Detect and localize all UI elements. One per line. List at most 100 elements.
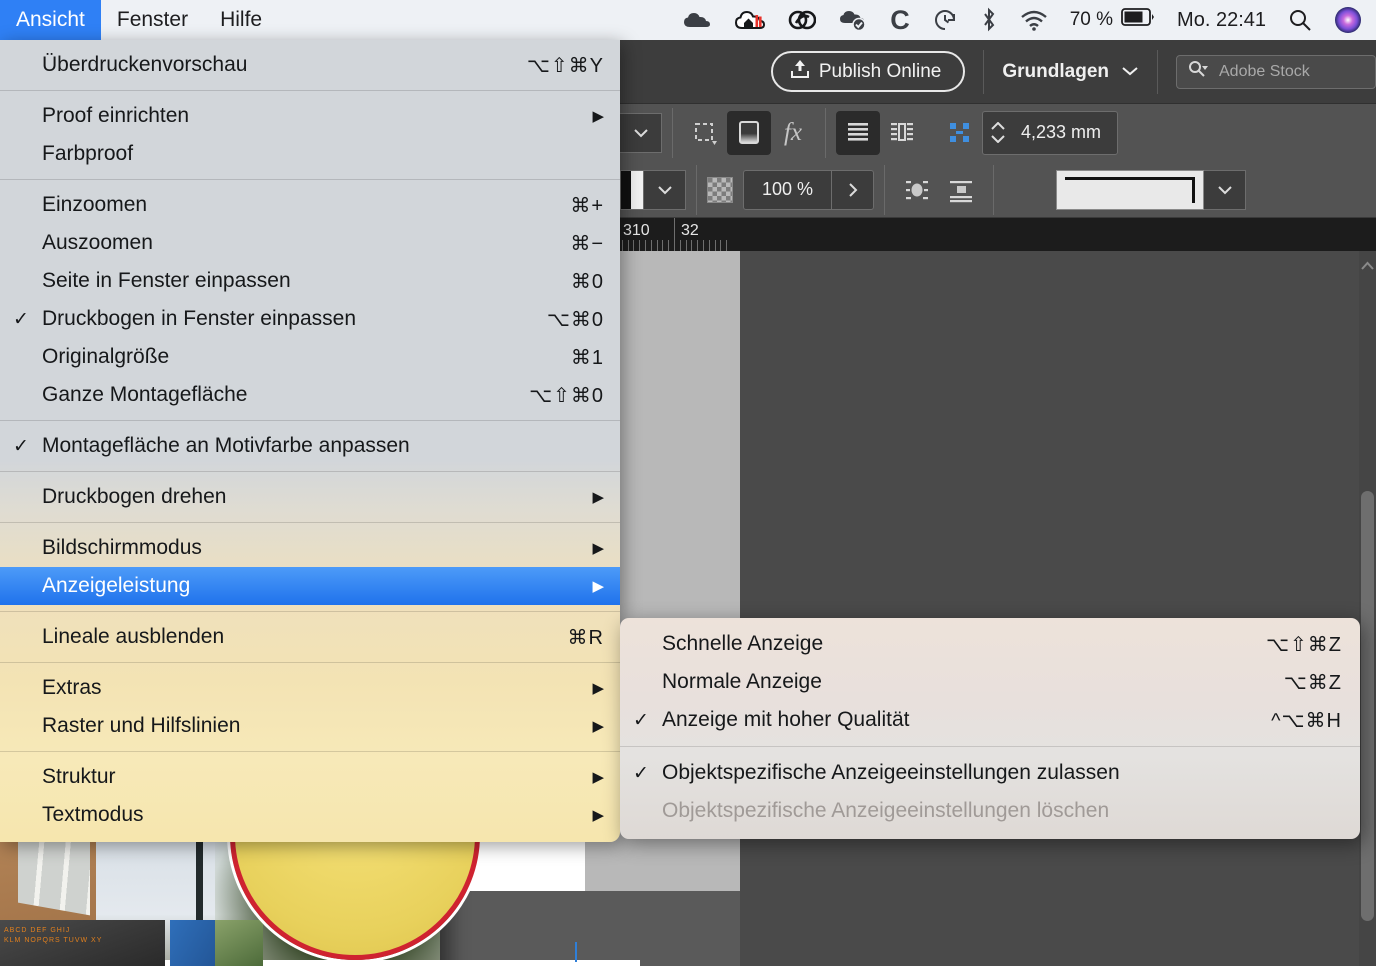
- menu-item-auszoomen[interactable]: Auszoomen ⌘−: [0, 224, 620, 262]
- menubar-item-fenster[interactable]: Fenster: [101, 0, 204, 40]
- menu-item-extras[interactable]: Extras ▶: [0, 669, 620, 707]
- menu-item-shortcut: ⌘+: [570, 194, 604, 217]
- submenu-item-anzeige-mit-hoher-qualität[interactable]: ✓ Anzeige mit hoher Qualität ^⌥⌘H: [620, 701, 1360, 739]
- cloud-icon[interactable]: [682, 9, 712, 31]
- transparency-checker-icon[interactable]: [707, 176, 733, 203]
- menu-item-einzoomen[interactable]: Einzoomen ⌘+: [0, 186, 620, 224]
- letter-c-icon[interactable]: C: [890, 5, 910, 36]
- stepper-up-down-icon[interactable]: [983, 122, 1013, 143]
- menu-item-originalgröße[interactable]: Originalgröße ⌘1: [0, 338, 620, 376]
- creative-cloud-icon[interactable]: [788, 8, 817, 32]
- chevron-right-icon[interactable]: [831, 169, 873, 210]
- menubar-clock[interactable]: Mo. 22:41: [1177, 9, 1266, 32]
- menu-item-überdruckenvorschau[interactable]: Überdruckenvorschau ⌥⇧⌘Y: [0, 46, 620, 84]
- menubar-item-ansicht[interactable]: Ansicht: [0, 0, 101, 40]
- siri-icon[interactable]: [1334, 6, 1362, 34]
- submenu-item-label: Normale Anzeige: [662, 670, 822, 693]
- wifi-icon[interactable]: [1020, 9, 1048, 31]
- menu-separator: [0, 611, 620, 612]
- control-chevron-1[interactable]: [620, 112, 662, 153]
- menu-item-label: Überdruckenvorschau: [42, 53, 248, 76]
- menu-item-druckbogen-drehen[interactable]: Druckbogen drehen ▶: [0, 478, 620, 516]
- opacity-field[interactable]: 100 %: [743, 169, 875, 210]
- fx-icon[interactable]: fx: [771, 111, 815, 155]
- submenu-arrow-icon: ▶: [592, 718, 604, 735]
- menu-item-seite-in-fenster-einpassen[interactable]: Seite in Fenster einpassen ⌘0: [0, 262, 620, 300]
- stroke-style-preview[interactable]: [1056, 169, 1205, 210]
- cloud-sync-check-icon[interactable]: [838, 8, 868, 32]
- menu-item-farbproof[interactable]: Farbproof: [0, 135, 620, 173]
- menu-item-anzeigeleistung[interactable]: Anzeigeleistung ▶: [0, 567, 620, 605]
- menu-item-shortcut: ⌘−: [570, 232, 604, 255]
- submenu-item-normale-anzeige[interactable]: Normale Anzeige ⌥⌘Z: [620, 663, 1360, 701]
- menu-item-lineale-ausblenden[interactable]: Lineale ausblenden ⌘R: [0, 618, 620, 656]
- menu-item-druckbogen-in-fenster-einpassen[interactable]: ✓ Druckbogen in Fenster einpassen ⌥⌘0: [0, 300, 620, 338]
- artwork-green-shape: [215, 920, 263, 966]
- vertical-scrollbar[interactable]: [1359, 251, 1376, 966]
- workspace-switcher[interactable]: Grundlagen: [1002, 61, 1139, 83]
- menu-item-label: Extras: [42, 676, 102, 699]
- fill-chevron[interactable]: [644, 169, 686, 210]
- battery-status[interactable]: 70 %: [1070, 8, 1155, 32]
- submenu-item-shortcut: ^⌥⌘H: [1271, 709, 1342, 732]
- menu-item-label: Einzoomen: [42, 193, 148, 216]
- menu-item-ganze-montagefläche[interactable]: Ganze Montagefläche ⌥⇧⌘0: [0, 376, 620, 414]
- scrollbar-thumb[interactable]: [1361, 491, 1374, 921]
- menu-item-label: Farbproof: [42, 142, 134, 165]
- ruler-minor-tick: [662, 240, 664, 251]
- time-machine-icon[interactable]: [932, 7, 958, 33]
- text-wrap-bounding-box-icon[interactable]: [880, 111, 924, 155]
- stroke-chevron[interactable]: [1204, 169, 1247, 210]
- menubar-status-area: C 70 % Mo. 22:41: [682, 5, 1376, 36]
- chevron-up-icon[interactable]: [1361, 257, 1374, 274]
- checkmark-icon: ✓: [13, 308, 29, 330]
- submenu-arrow-icon: ▶: [592, 489, 604, 506]
- battery-icon: [1121, 8, 1155, 32]
- menu-item-textmodus[interactable]: Textmodus ▶: [0, 796, 620, 834]
- anchor-object-icon[interactable]: [938, 111, 982, 155]
- publish-online-label: Publish Online: [818, 60, 942, 82]
- menu-item-label: Ganze Montagefläche: [42, 383, 248, 406]
- ruler-minor-tick: [697, 240, 699, 251]
- anzeigeleistung-submenu[interactable]: Schnelle Anzeige ⌥⇧⌘Z Normale Anzeige ⌥⌘Z ✓ A…: [620, 618, 1360, 839]
- corner-options-icon[interactable]: [683, 111, 727, 155]
- submenu-arrow-icon: ▶: [592, 680, 604, 697]
- menu-item-shortcut: ⌘0: [570, 270, 604, 293]
- menu-item-bildschirmmodus[interactable]: Bildschirmmodus ▶: [0, 529, 620, 567]
- menu-item-label: Textmodus: [42, 803, 144, 826]
- menu-separator: [0, 662, 620, 663]
- menu-separator: [0, 420, 620, 421]
- jump-object-icon[interactable]: [939, 168, 983, 212]
- menu-item-struktur[interactable]: Struktur ▶: [0, 758, 620, 796]
- frame-fitting-icon[interactable]: [727, 110, 771, 155]
- menu-item-shortcut: ⌘1: [570, 346, 604, 369]
- publish-online-button[interactable]: Publish Online: [770, 51, 966, 92]
- menu-item-label: Originalgröße: [42, 345, 170, 368]
- submenu-item-objektspezifische-anzeigeeinstellungen-zulassen[interactable]: ✓ Objektspezifische Anzeigeeinstellungen …: [620, 754, 1360, 792]
- submenu-arrow-icon: ▶: [592, 769, 604, 786]
- ruler-label: 310: [623, 222, 650, 239]
- menu-item-montagefläche-an-motivfarbe-anpassen[interactable]: ✓ Montagefläche an Motivfarbe anpassen: [0, 427, 620, 465]
- submenu-item-schnelle-anzeige[interactable]: Schnelle Anzeige ⌥⇧⌘Z: [620, 625, 1360, 663]
- fill-stroke-swatch[interactable]: [620, 169, 644, 210]
- ansicht-dropdown-menu[interactable]: Überdruckenvorschau ⌥⇧⌘Y Proof einrichten ▶…: [0, 40, 620, 842]
- cb-sep-e: [993, 164, 995, 215]
- cb-sep-b: [825, 107, 826, 158]
- pasteboard-dark: [740, 251, 1376, 966]
- bluetooth-icon[interactable]: [980, 7, 998, 33]
- spotlight-search-icon[interactable]: [1288, 8, 1312, 32]
- submenu-arrow-icon: ▶: [592, 578, 604, 595]
- creative-cloud-home-icon[interactable]: [734, 8, 766, 32]
- ruler-minor-tick: [639, 240, 641, 251]
- adobe-stock-search-input[interactable]: Adobe Stock: [1176, 54, 1376, 89]
- menu-item-label: Bildschirmmodus: [42, 536, 202, 559]
- wrap-around-object-icon[interactable]: [895, 168, 939, 212]
- menubar-item-hilfe[interactable]: Hilfe: [204, 0, 278, 40]
- ruler-minor-tick: [714, 240, 716, 251]
- offset-field[interactable]: 4,233 mm: [982, 110, 1119, 155]
- text-wrap-none-icon[interactable]: [836, 110, 880, 155]
- menu-item-raster-und-hilfslinien[interactable]: Raster und Hilfslinien ▶: [0, 707, 620, 745]
- menu-item-proof-einrichten[interactable]: Proof einrichten ▶: [0, 97, 620, 135]
- menu-item-label: Anzeigeleistung: [42, 574, 191, 597]
- menu-item-label: Proof einrichten: [42, 104, 190, 127]
